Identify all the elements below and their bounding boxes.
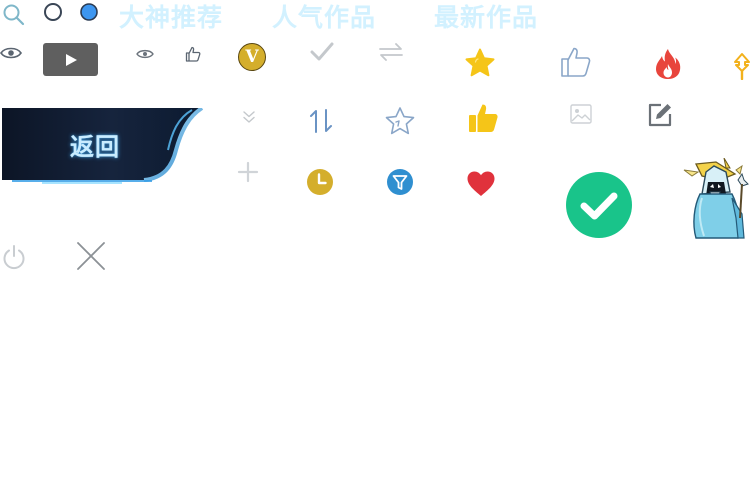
sort-icon[interactable] [308, 108, 334, 134]
plus-icon[interactable] [237, 161, 259, 183]
thumb-up-outline-icon[interactable] [185, 46, 201, 62]
heart-icon[interactable] [466, 170, 496, 198]
search-icon[interactable] [2, 3, 26, 27]
vip-badge-icon: V [238, 43, 266, 71]
tab-latest-works[interactable]: 最新作品 [434, 0, 538, 34]
close-icon[interactable] [76, 241, 106, 271]
thumb-up-large-outline-icon[interactable] [560, 46, 592, 78]
radio-filled-icon[interactable] [79, 2, 99, 22]
double-chevron-down-icon[interactable] [242, 110, 256, 124]
back-button-label: 返回 [70, 133, 120, 161]
back-button[interactable]: 返回 [2, 108, 204, 184]
star-outline-icon[interactable] [384, 106, 416, 136]
eye-icon[interactable] [0, 45, 22, 61]
tab-popular-works[interactable]: 人气作品 [272, 0, 376, 34]
edit-icon[interactable] [647, 102, 673, 128]
wizard-mascot-icon [680, 158, 750, 242]
check-icon[interactable] [310, 41, 334, 63]
star-filled-icon[interactable] [464, 47, 496, 79]
success-check-icon[interactable] [566, 172, 632, 238]
thumb-up-filled-icon[interactable] [467, 102, 499, 134]
filter-icon[interactable] [386, 168, 414, 196]
play-icon [65, 53, 77, 66]
flame-icon[interactable] [654, 48, 682, 80]
clock-icon[interactable] [306, 168, 334, 196]
play-button[interactable] [43, 43, 98, 76]
tab-top-creators[interactable]: 大神推荐 [119, 0, 223, 34]
arrow-up-icon[interactable] [734, 52, 750, 80]
swap-icon[interactable] [378, 42, 404, 62]
radio-empty-icon[interactable] [43, 2, 63, 22]
image-icon[interactable] [570, 104, 592, 124]
power-icon[interactable] [1, 244, 27, 270]
eye-small-icon[interactable] [136, 48, 154, 60]
